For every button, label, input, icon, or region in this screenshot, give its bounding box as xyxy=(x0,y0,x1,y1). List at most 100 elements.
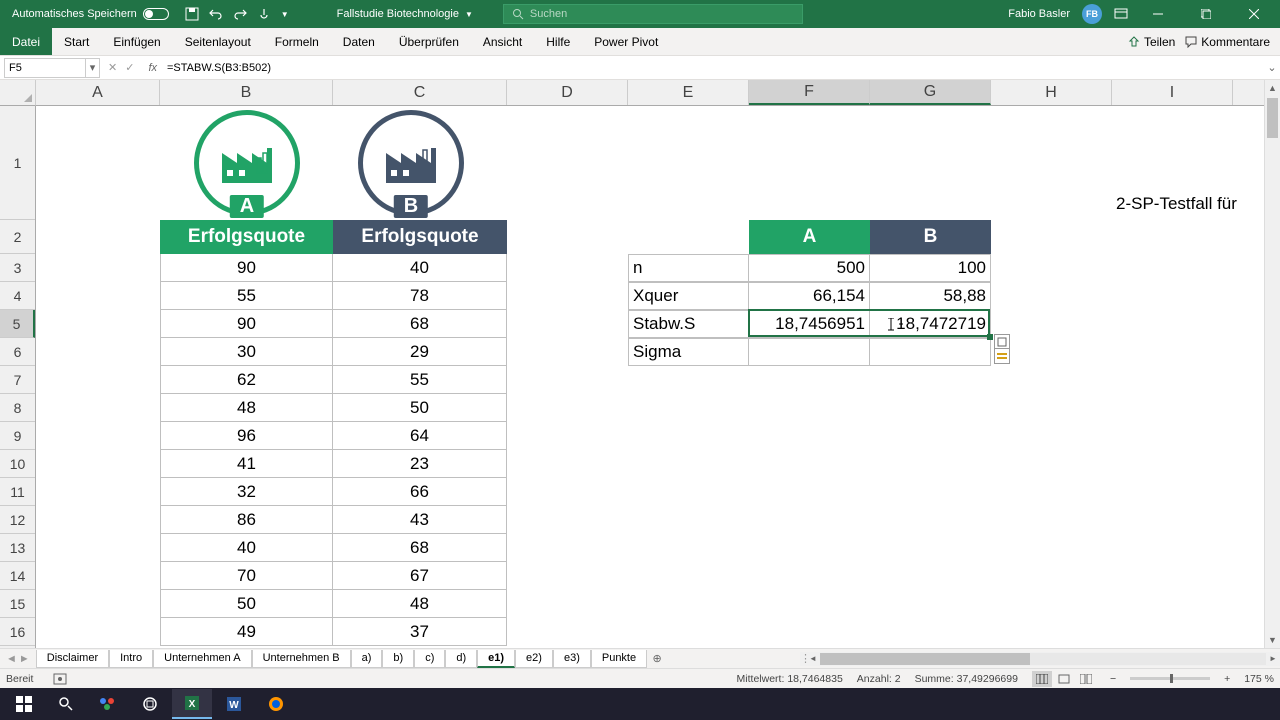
record-macro-icon[interactable] xyxy=(53,673,67,685)
cell-C7[interactable]: 55 xyxy=(333,366,507,394)
ribbon-tab-view[interactable]: Ansicht xyxy=(471,28,534,55)
ribbon-tab-insert[interactable]: Einfügen xyxy=(101,28,172,55)
scroll-up-button[interactable]: ▲ xyxy=(1265,80,1280,96)
row-header-8[interactable]: 8 xyxy=(0,394,35,422)
cells-area[interactable]: A B ErfolgsquoteErfolgsquoteAB9040557890… xyxy=(36,106,1264,648)
save-icon[interactable] xyxy=(185,7,199,21)
name-box-dropdown[interactable]: ▾ xyxy=(86,58,100,78)
sheet-tab-UnternehmenA[interactable]: Unternehmen A xyxy=(153,650,251,668)
ribbon-tab-powerpivot[interactable]: Power Pivot xyxy=(582,28,670,55)
close-button[interactable] xyxy=(1236,0,1272,28)
qat-dropdown-icon[interactable]: ▼ xyxy=(281,10,289,19)
cell-G4[interactable]: 58,88 xyxy=(870,282,991,310)
cell-C8[interactable]: 50 xyxy=(333,394,507,422)
cell-B5[interactable]: 90 xyxy=(160,310,333,338)
row-header-12[interactable]: 12 xyxy=(0,506,35,534)
cell-B3[interactable]: 90 xyxy=(160,254,333,282)
maximize-button[interactable] xyxy=(1188,0,1224,28)
vertical-scrollbar[interactable]: ▲ ▼ xyxy=(1264,80,1280,648)
cell-C14[interactable]: 67 xyxy=(333,562,507,590)
row-header-4[interactable]: 4 xyxy=(0,282,35,310)
select-all-button[interactable] xyxy=(0,80,36,106)
cell-F3[interactable]: 500 xyxy=(749,254,870,282)
cell-C9[interactable]: 64 xyxy=(333,422,507,450)
ribbon-tab-review[interactable]: Überprüfen xyxy=(387,28,471,55)
search-taskbar-icon[interactable] xyxy=(46,689,86,719)
touch-icon[interactable] xyxy=(257,7,271,21)
cell-C11[interactable]: 66 xyxy=(333,478,507,506)
cell-B14[interactable]: 70 xyxy=(160,562,333,590)
sheet-tab-Punkte[interactable]: Punkte xyxy=(591,650,647,668)
add-sheet-button[interactable]: ⊕ xyxy=(647,652,667,665)
cell-G5[interactable]: 18,7472719 xyxy=(870,310,991,338)
ribbon-tab-help[interactable]: Hilfe xyxy=(534,28,582,55)
cell-E5[interactable]: Stabw.S xyxy=(628,310,749,338)
sheet-tab-d[interactable]: d) xyxy=(445,650,477,668)
sheet-nav[interactable]: ◄► xyxy=(0,653,36,665)
cell-F2[interactable]: A xyxy=(749,220,870,254)
firefox-taskbar-icon[interactable] xyxy=(256,689,296,719)
cell-C13[interactable]: 68 xyxy=(333,534,507,562)
cell-G6[interactable] xyxy=(870,338,991,366)
minimize-button[interactable] xyxy=(1140,0,1176,28)
column-header-D[interactable]: D xyxy=(507,80,628,105)
cell-B6[interactable]: 30 xyxy=(160,338,333,366)
cell-C5[interactable]: 68 xyxy=(333,310,507,338)
cell-G2[interactable]: B xyxy=(870,220,991,254)
cell-C2[interactable]: Erfolgsquote xyxy=(333,220,507,254)
page-layout-button[interactable] xyxy=(1054,671,1074,687)
chevron-down-icon[interactable]: ▼ xyxy=(465,10,473,19)
undo-icon[interactable] xyxy=(209,7,223,21)
cell-B2[interactable]: Erfolgsquote xyxy=(160,220,333,254)
redo-icon[interactable] xyxy=(233,7,247,21)
column-header-B[interactable]: B xyxy=(160,80,333,105)
row-header-5[interactable]: 5 xyxy=(0,310,35,338)
cell-F6[interactable] xyxy=(749,338,870,366)
row-header-1[interactable]: 1 xyxy=(0,106,35,220)
row-header-2[interactable]: 2 xyxy=(0,220,35,254)
fx-label[interactable]: fx xyxy=(142,62,163,74)
sheet-tab-Intro[interactable]: Intro xyxy=(109,650,153,668)
row-header-6[interactable]: 6 xyxy=(0,338,35,366)
cell-E3[interactable]: n xyxy=(628,254,749,282)
cell-B16[interactable]: 49 xyxy=(160,618,333,646)
sheet-tab-a[interactable]: a) xyxy=(351,650,383,668)
user-name[interactable]: Fabio Basler xyxy=(1008,8,1070,20)
sheet-tab-e1[interactable]: e1) xyxy=(477,650,515,668)
cell-I1[interactable]: 2-SP-Testfall für xyxy=(1112,106,1233,220)
row-header-7[interactable]: 7 xyxy=(0,366,35,394)
user-avatar[interactable]: FB xyxy=(1082,4,1102,24)
sheet-tab-UnternehmenB[interactable]: Unternehmen B xyxy=(252,650,351,668)
zoom-in-button[interactable]: + xyxy=(1224,673,1230,685)
cell-E4[interactable]: Xquer xyxy=(628,282,749,310)
cell-C15[interactable]: 48 xyxy=(333,590,507,618)
cell-C16[interactable]: 37 xyxy=(333,618,507,646)
ribbon-tab-formulas[interactable]: Formeln xyxy=(263,28,331,55)
column-header-C[interactable]: C xyxy=(333,80,507,105)
column-header-E[interactable]: E xyxy=(628,80,749,105)
horizontal-scrollbar[interactable]: ⋮ ◄ ► xyxy=(800,652,1280,666)
ribbon-tab-data[interactable]: Daten xyxy=(331,28,387,55)
row-header-3[interactable]: 3 xyxy=(0,254,35,282)
cell-G3[interactable]: 100 xyxy=(870,254,991,282)
hscroll-right[interactable]: ► xyxy=(1266,654,1280,663)
cell-C3[interactable]: 40 xyxy=(333,254,507,282)
cell-C10[interactable]: 23 xyxy=(333,450,507,478)
cell-E6[interactable]: Sigma xyxy=(628,338,749,366)
search-box[interactable]: Suchen xyxy=(503,4,803,24)
cell-B12[interactable]: 86 xyxy=(160,506,333,534)
cell-B11[interactable]: 32 xyxy=(160,478,333,506)
row-header-15[interactable]: 15 xyxy=(0,590,35,618)
row-header-9[interactable]: 9 xyxy=(0,422,35,450)
toggle-switch[interactable] xyxy=(143,8,169,20)
ribbon-tab-file[interactable]: Datei xyxy=(0,28,52,55)
accept-formula-icon[interactable]: ✓ xyxy=(125,61,134,74)
column-header-G[interactable]: G xyxy=(870,80,991,105)
column-header-H[interactable]: H xyxy=(991,80,1112,105)
row-header-14[interactable]: 14 xyxy=(0,562,35,590)
cell-B9[interactable]: 96 xyxy=(160,422,333,450)
autosave-toggle[interactable]: Automatisches Speichern xyxy=(4,8,177,20)
scroll-down-button[interactable]: ▼ xyxy=(1265,632,1280,648)
apps-icon[interactable] xyxy=(88,689,128,719)
row-header-10[interactable]: 10 xyxy=(0,450,35,478)
